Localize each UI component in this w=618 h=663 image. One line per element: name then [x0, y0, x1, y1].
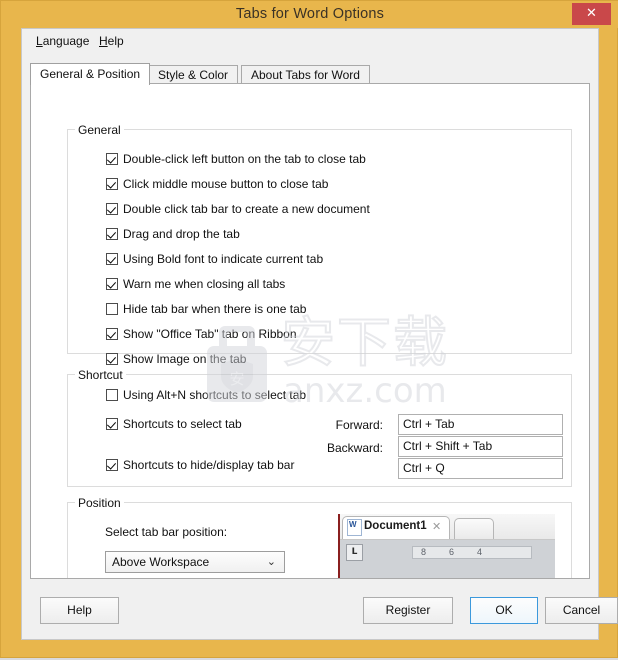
- checkbox-row-hide-tabbar-one-tab[interactable]: Hide tab bar when there is one tab: [106, 302, 306, 316]
- select-tab-bar-position-value: Above Workspace: [112, 555, 210, 569]
- menu-bar: Language Help: [22, 29, 598, 53]
- checkbox-show-office-tab-ribbon[interactable]: [106, 328, 118, 340]
- checkbox-row-drag-drop-tab[interactable]: Drag and drop the tab: [106, 227, 240, 241]
- group-general-title: General: [75, 123, 124, 137]
- preview-tab-new: [454, 518, 494, 539]
- preview-document-name: Document1: [364, 520, 427, 532]
- checkbox-doubleclick-left-close[interactable]: [106, 153, 118, 165]
- word-document-icon: [347, 519, 362, 536]
- tab-style-color[interactable]: Style & Color: [148, 65, 239, 84]
- tab-general-position[interactable]: General & Position: [30, 63, 151, 85]
- label-shortcuts-hide-display: Shortcuts to hide/display tab bar: [123, 458, 295, 472]
- tab-about[interactable]: About Tabs for Word: [241, 65, 370, 84]
- ruler-number-3: 4: [477, 547, 483, 557]
- checkbox-show-image-on-tab[interactable]: [106, 353, 118, 365]
- menu-language-rest: anguage: [42, 34, 90, 48]
- checkbox-row-middle-click-close[interactable]: Click middle mouse button to close tab: [106, 177, 328, 191]
- menu-item-help[interactable]: Help: [97, 33, 126, 50]
- checkbox-shortcuts-hide-display[interactable]: [106, 459, 118, 471]
- dialog-button-bar: Help Register OK Cancel: [22, 584, 618, 639]
- preview-tab-bar: Document1 ✕: [340, 514, 555, 540]
- label-shortcuts-select-tab: Shortcuts to select tab: [123, 417, 242, 431]
- chevron-down-icon: ⌄: [266, 555, 276, 568]
- checkbox-alt-n-shortcuts[interactable]: [106, 389, 118, 401]
- group-shortcut-title: Shortcut: [75, 368, 126, 382]
- label-select-tab-bar-position: Select tab bar position:: [105, 525, 228, 539]
- input-forward-shortcut[interactable]: Ctrl + Tab: [398, 414, 563, 435]
- preview-indent-button: ⊥: [346, 578, 363, 579]
- label-drag-drop-tab: Drag and drop the tab: [123, 227, 240, 241]
- preview-ruler: 8 6 4: [412, 546, 532, 559]
- preview-tab-close-icon: ✕: [432, 520, 442, 533]
- checkbox-doubleclick-tabbar-new-doc[interactable]: [106, 203, 118, 215]
- menu-help-rest: elp: [107, 34, 124, 48]
- label-forward: Forward:: [335, 418, 383, 432]
- menu-language-accel: L: [36, 34, 43, 48]
- label-alt-n-shortcuts: Using Alt+N shortcuts to select tab: [123, 388, 307, 402]
- group-general: General Double-click left button on the …: [67, 123, 572, 366]
- input-hide-display-shortcut[interactable]: Ctrl + Q: [398, 458, 563, 479]
- checkbox-shortcuts-select-tab[interactable]: [106, 418, 118, 430]
- label-warn-closing-all: Warn me when closing all tabs: [123, 277, 286, 291]
- group-position: Position Select tab bar position: Above …: [67, 496, 572, 579]
- ok-button[interactable]: OK: [470, 597, 538, 624]
- checkbox-hide-tabbar-one-tab[interactable]: [106, 303, 118, 315]
- label-middle-click-close: Click middle mouse button to close tab: [123, 177, 329, 191]
- label-show-office-tab-ribbon: Show "Office Tab" tab on Ribbon: [123, 327, 297, 341]
- tab-page-general-position: 安 安下载 anxz.com General Double-click left…: [30, 83, 590, 579]
- checkbox-middle-click-close[interactable]: [106, 178, 118, 190]
- title-bar: Tabs for Word Options ✕: [1, 1, 618, 28]
- ruler-number-1: 8: [421, 547, 427, 557]
- checkbox-row-warn-closing-all[interactable]: Warn me when closing all tabs: [106, 277, 285, 291]
- group-shortcut: Shortcut Using Alt+N shortcuts to select…: [67, 368, 572, 487]
- checkbox-warn-closing-all[interactable]: [106, 278, 118, 290]
- preview-tab-stop-button: L: [346, 544, 363, 561]
- checkbox-drag-drop-tab[interactable]: [106, 228, 118, 240]
- menu-help-accel: H: [99, 34, 108, 48]
- checkbox-row-shortcuts-select-tab[interactable]: Shortcuts to select tab: [106, 417, 242, 431]
- ruler-number-2: 6: [449, 547, 455, 557]
- label-bold-current-tab: Using Bold font to indicate current tab: [123, 252, 324, 266]
- label-backward: Backward:: [326, 441, 383, 455]
- group-position-title: Position: [75, 496, 124, 510]
- checkbox-row-show-office-tab-ribbon[interactable]: Show "Office Tab" tab on Ribbon: [106, 327, 297, 341]
- checkbox-row-alt-n-shortcuts[interactable]: Using Alt+N shortcuts to select tab: [106, 388, 306, 402]
- checkbox-row-doubleclick-left-close[interactable]: Double-click left button on the tab to c…: [106, 152, 366, 166]
- checkbox-row-bold-current-tab[interactable]: Using Bold font to indicate current tab: [106, 252, 323, 266]
- tab-strip: General & Position Style & Color About T…: [30, 63, 590, 85]
- label-show-image-on-tab: Show Image on the tab: [123, 352, 247, 366]
- checkbox-row-show-image-on-tab[interactable]: Show Image on the tab: [106, 352, 246, 366]
- checkbox-row-shortcuts-hide-display[interactable]: Shortcuts to hide/display tab bar: [106, 458, 294, 472]
- close-icon[interactable]: ✕: [572, 3, 611, 25]
- label-doubleclick-left-close: Double-click left button on the tab to c…: [123, 152, 366, 166]
- label-hide-tabbar-one-tab: Hide tab bar when there is one tab: [123, 302, 307, 316]
- input-backward-shortcut[interactable]: Ctrl + Shift + Tab: [398, 436, 563, 457]
- tab-bar-preview: Document1 ✕ L ⊥ 8 6 4: [338, 514, 555, 579]
- window-drop-shadow: [0, 658, 618, 663]
- preview-document-body: L ⊥ 8 6 4: [340, 540, 555, 579]
- cancel-button[interactable]: Cancel: [545, 597, 618, 624]
- register-button[interactable]: Register: [363, 597, 453, 624]
- menu-item-language[interactable]: Language: [34, 33, 91, 50]
- dialog-client-area: Language Help General & Position Style &…: [21, 28, 618, 640]
- select-tab-bar-position[interactable]: Above Workspace ⌄: [105, 551, 285, 573]
- window-title: Tabs for Word Options: [235, 6, 385, 22]
- checkbox-bold-current-tab[interactable]: [106, 253, 118, 265]
- dialog-window: Tabs for Word Options ✕ Language Help Ge…: [0, 0, 618, 658]
- checkbox-row-doubleclick-tabbar-new-doc[interactable]: Double click tab bar to create a new doc…: [106, 202, 370, 216]
- help-button[interactable]: Help: [40, 597, 119, 624]
- label-doubleclick-tabbar-new-doc: Double click tab bar to create a new doc…: [123, 202, 370, 216]
